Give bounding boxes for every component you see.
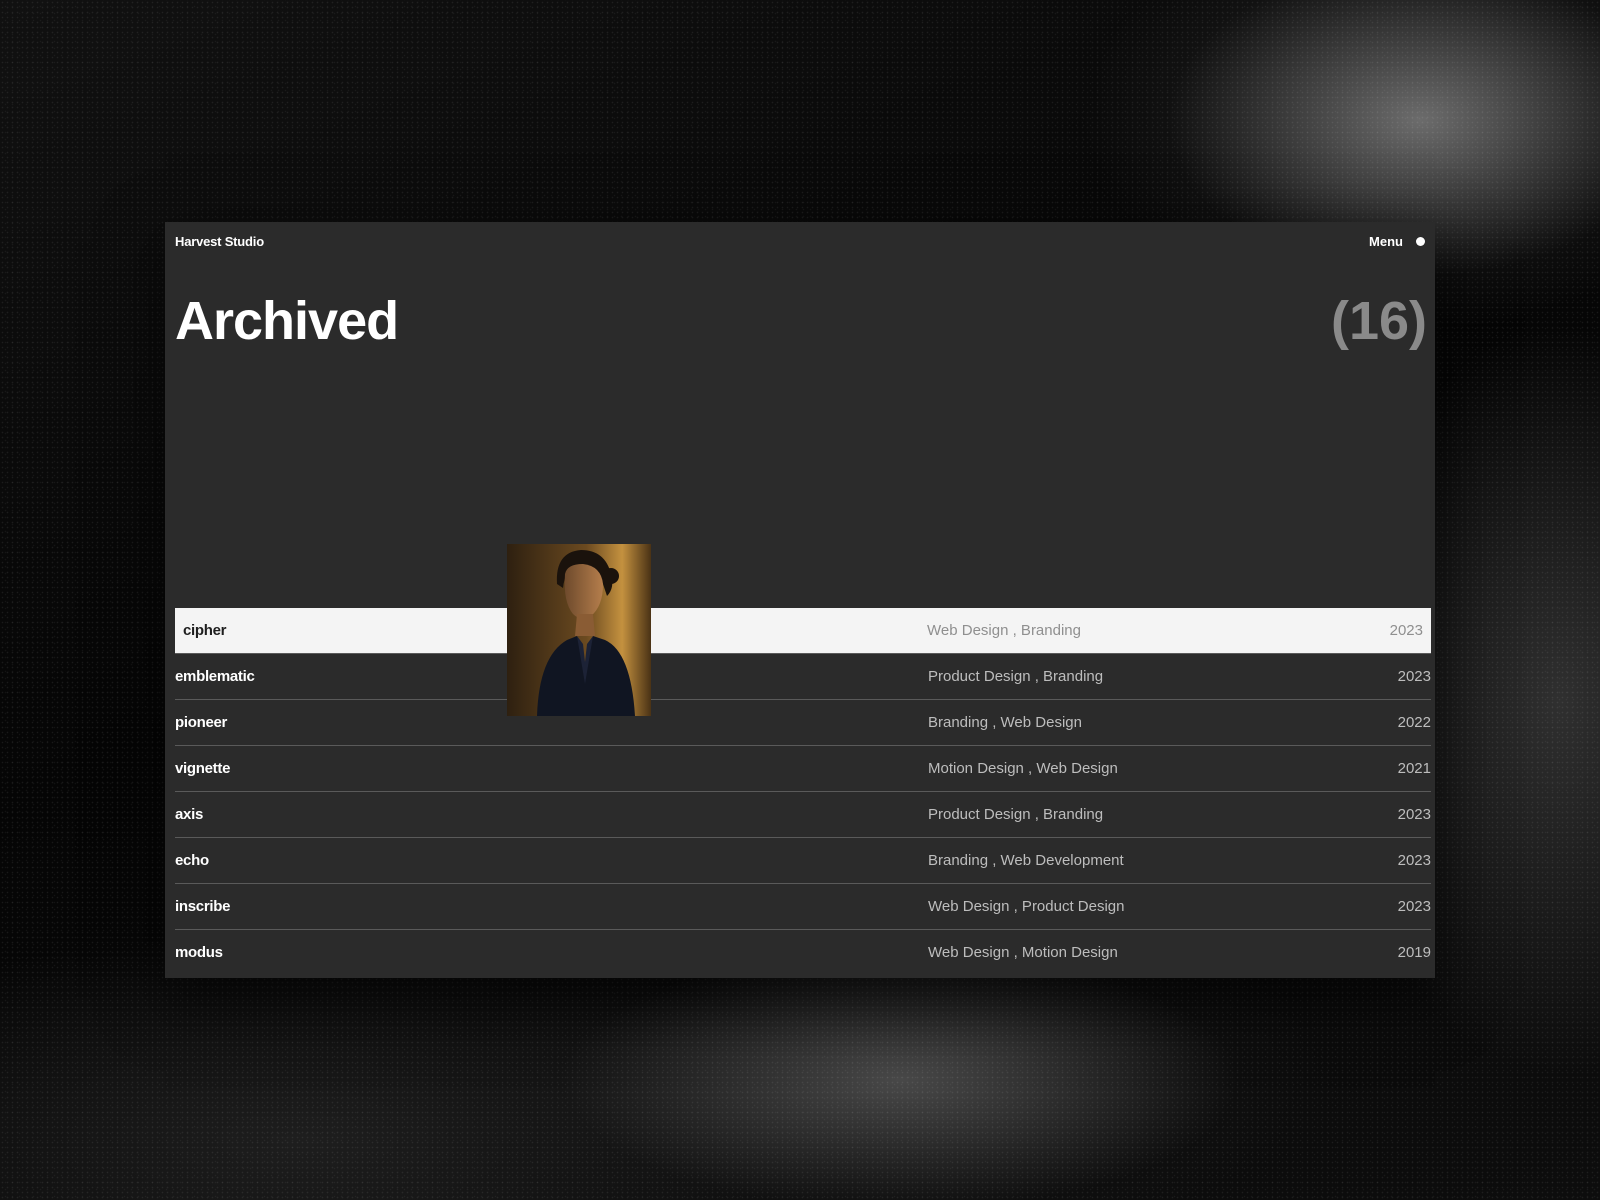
- project-tags: Product Design , Branding: [928, 668, 1104, 685]
- project-year: 2023: [1397, 852, 1431, 869]
- project-year: 2022: [1397, 714, 1431, 731]
- project-tags: Product Design , Branding: [928, 806, 1104, 823]
- app-window: Harvest Studio Menu Archived (16) cipher…: [165, 222, 1435, 978]
- project-name: vignette: [175, 760, 231, 777]
- project-row-axis[interactable]: axis Product Design , Branding 2023: [175, 792, 1431, 838]
- project-year: 2019: [1397, 944, 1431, 961]
- project-tags: Web Design , Branding: [927, 622, 1081, 639]
- project-tags: Motion Design , Web Design: [928, 760, 1118, 777]
- page-title: Archived: [175, 291, 399, 351]
- portrait-photo-icon: [507, 544, 651, 716]
- project-name: echo: [175, 852, 209, 869]
- project-name: cipher: [183, 622, 227, 639]
- top-bar: Harvest Studio Menu: [175, 234, 1425, 254]
- brand-logo[interactable]: Harvest Studio: [175, 234, 264, 249]
- project-tags: Branding , Web Development: [928, 852, 1124, 869]
- project-year: 2023: [1389, 622, 1423, 639]
- project-tags: Branding , Web Design: [928, 714, 1082, 731]
- project-name: inscribe: [175, 898, 231, 915]
- project-year: 2023: [1397, 668, 1431, 685]
- project-row-cipher[interactable]: cipher Web Design , Branding 2023: [175, 608, 1431, 654]
- project-row-inscribe[interactable]: inscribe Web Design , Product Design 202…: [175, 884, 1431, 930]
- project-list: cipher Web Design , Branding 2023 emblem…: [175, 608, 1431, 975]
- project-name: modus: [175, 944, 223, 961]
- project-name: pioneer: [175, 714, 228, 731]
- project-tags: Web Design , Motion Design: [928, 944, 1118, 961]
- project-tags: Web Design , Product Design: [928, 898, 1125, 915]
- project-year: 2023: [1397, 806, 1431, 823]
- project-name: axis: [175, 806, 203, 823]
- project-row-pioneer[interactable]: pioneer Branding , Web Design 2022: [175, 700, 1431, 746]
- project-row-modus[interactable]: modus Web Design , Motion Design 2019: [175, 930, 1431, 975]
- project-name: emblematic: [175, 668, 255, 685]
- menu-dot-icon[interactable]: [1416, 237, 1425, 246]
- menu-button[interactable]: Menu: [1369, 234, 1403, 249]
- project-year: 2021: [1397, 760, 1431, 777]
- project-row-echo[interactable]: echo Branding , Web Development 2023: [175, 838, 1431, 884]
- project-year: 2023: [1397, 898, 1431, 915]
- project-row-emblematic[interactable]: emblematic Product Design , Branding 202…: [175, 654, 1431, 700]
- project-row-vignette[interactable]: vignette Motion Design , Web Design 2021: [175, 746, 1431, 792]
- project-preview-image: [507, 544, 651, 716]
- project-count: (16): [1330, 291, 1427, 351]
